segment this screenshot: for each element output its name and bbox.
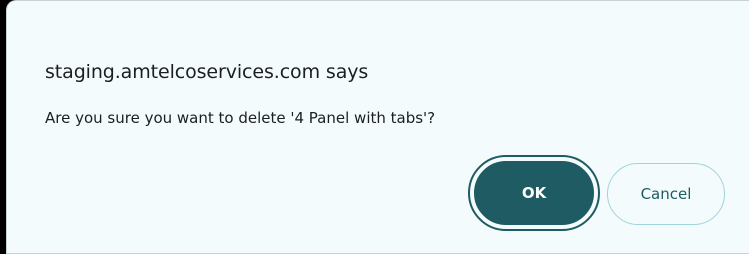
dialog-title: staging.amtelcoservices.com says — [45, 61, 369, 83]
dialog-message: Are you sure you want to delete '4 Panel… — [45, 109, 436, 127]
screen: staging.amtelcoservices.com says Are you… — [0, 0, 749, 254]
ok-button[interactable]: OK — [474, 161, 594, 225]
cancel-button[interactable]: Cancel — [607, 163, 725, 225]
confirm-dialog: staging.amtelcoservices.com says Are you… — [6, 0, 749, 254]
